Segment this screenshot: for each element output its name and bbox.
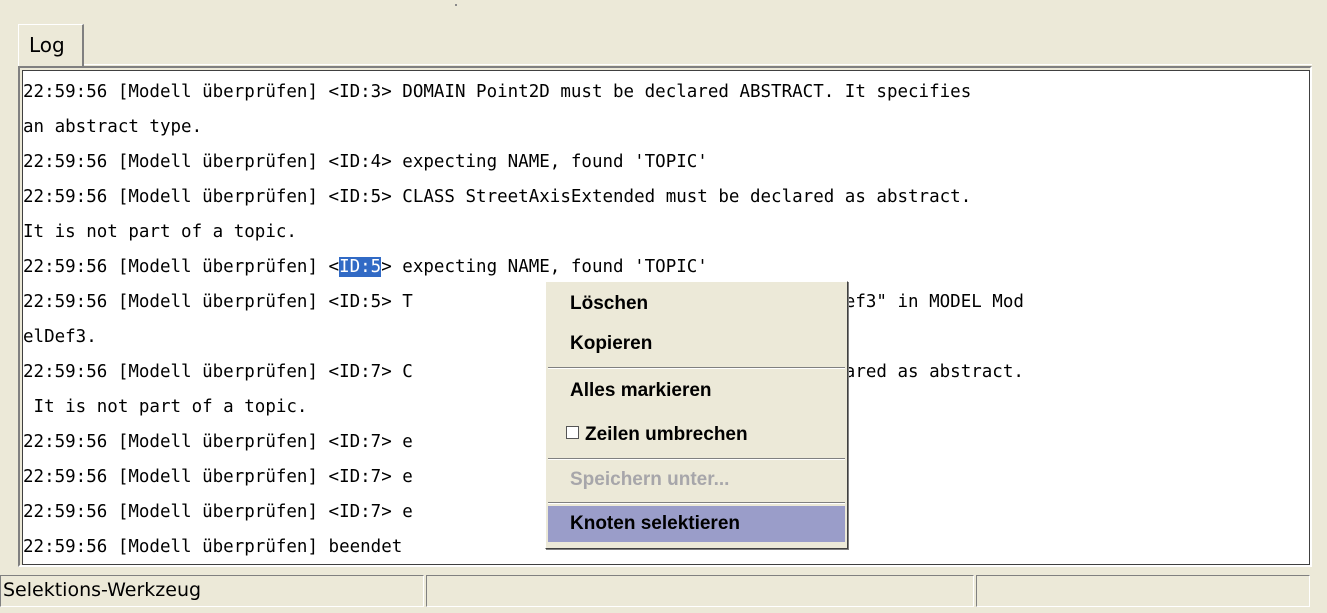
menu-separator xyxy=(548,502,845,504)
status-pane-3 xyxy=(976,575,1310,607)
menu-item-select-all-label: Alles markieren xyxy=(570,380,712,401)
menu-item-copy[interactable]: Kopieren xyxy=(548,326,845,362)
wrap-lines-checkbox[interactable] xyxy=(566,426,579,440)
selected-text[interactable]: ID:5 xyxy=(339,257,382,277)
log-line: 22:59:56 [Modell überprüfen] <ID:4> expe… xyxy=(23,152,708,172)
log-line: 22:59:56 [Modell überprüfen] <ID:5> expe… xyxy=(23,250,1307,285)
log-line: an abstract type. xyxy=(23,117,203,137)
log-line: 22:59:56 [Modell überprüfen] <ID:3> DOMA… xyxy=(23,82,972,102)
status-pane-tool: Selektions-Werkzeug xyxy=(0,575,424,607)
log-line-text: > expecting NAME, found 'TOPIC' xyxy=(381,257,708,277)
menu-item-select-all[interactable]: Alles markieren xyxy=(548,373,845,409)
menu-item-wrap-lines-label: Zeilen umbrechen xyxy=(585,424,748,445)
menu-item-select-nodes[interactable]: Knoten selektieren xyxy=(548,506,845,542)
tab-strip-line xyxy=(84,64,1312,65)
log-line: It is not part of a topic. xyxy=(23,222,297,242)
tab-log-label: Log xyxy=(29,33,65,57)
menu-item-copy-label: Kopieren xyxy=(570,333,653,354)
menu-item-save-as: Speichern unter... xyxy=(548,462,845,498)
log-line: 22:59:56 [Modell überprüfen] <ID:5> CLAS… xyxy=(23,187,972,207)
status-bar: Selektions-Werkzeug xyxy=(0,571,1327,613)
top-strip xyxy=(0,0,1327,10)
divider-grip xyxy=(455,4,457,6)
context-menu: Löschen Kopieren Alles markieren Zeilen … xyxy=(545,281,848,549)
menu-item-wrap-lines[interactable]: Zeilen umbrechen xyxy=(548,417,845,453)
tab-log[interactable]: Log xyxy=(18,24,84,66)
menu-item-save-as-label: Speichern unter... xyxy=(570,469,730,490)
status-text: Selektions-Werkzeug xyxy=(3,579,202,601)
menu-item-delete-label: Löschen xyxy=(570,293,649,314)
log-line-text: 22:59:56 [Modell überprüfen] < xyxy=(23,257,340,277)
menu-separator xyxy=(548,458,845,460)
menu-separator xyxy=(548,367,845,369)
status-pane-2 xyxy=(426,575,974,607)
menu-item-select-nodes-label: Knoten selektieren xyxy=(570,513,740,534)
menu-item-delete[interactable]: Löschen xyxy=(548,286,845,322)
